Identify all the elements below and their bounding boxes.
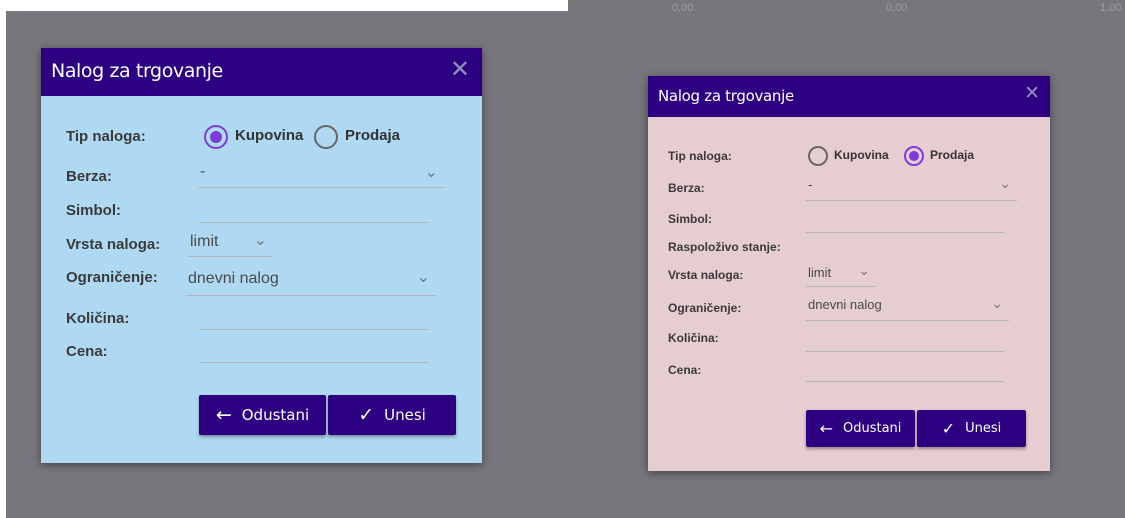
restriction-label: Ograničenje: xyxy=(66,269,158,286)
check-icon: ✓ xyxy=(358,404,375,426)
chevron-down-icon: ⌄ xyxy=(999,175,1011,191)
dialog-titlebar: Nalog za trgovanje ✕ xyxy=(648,76,1050,117)
restriction-label: Ograničenje: xyxy=(668,301,742,315)
restriction-value: dnevni nalog xyxy=(188,270,279,287)
exchange-select[interactable]: - ⌄ xyxy=(806,174,1017,201)
check-icon: ✓ xyxy=(941,419,956,438)
radio-prodaja-label[interactable]: Prodaja xyxy=(930,148,974,162)
symbol-label: Simbol: xyxy=(668,212,712,226)
close-icon[interactable]: ✕ xyxy=(1024,84,1040,103)
available-balance-label: Raspoloživo stanje: xyxy=(668,240,781,254)
symbol-input[interactable] xyxy=(200,198,429,223)
submit-button[interactable]: ✓ Unesi xyxy=(917,410,1026,447)
cancel-button-label: Odustani xyxy=(241,406,310,424)
submit-button-label: Unesi xyxy=(384,406,426,424)
chevron-down-icon: ⌄ xyxy=(858,262,870,278)
exchange-label: Berza: xyxy=(668,181,705,195)
restriction-select[interactable]: dnevni nalog ⌄ xyxy=(186,263,436,296)
chevron-down-icon: ⌄ xyxy=(424,164,438,181)
chevron-down-icon: ⌄ xyxy=(991,295,1003,311)
dialog-titlebar: Nalog za trgovanje ✕ xyxy=(41,48,482,96)
trade-order-dialog-buy: Nalog za trgovanje ✕ Tip naloga: Kupovin… xyxy=(41,48,482,463)
order-kind-value: limit xyxy=(808,265,832,280)
cancel-button[interactable]: ← Odustani xyxy=(199,395,326,435)
dialog-title: Nalog za trgovanje xyxy=(51,60,223,82)
price-input[interactable] xyxy=(806,358,1004,382)
order-type-label: Tip naloga: xyxy=(66,128,146,145)
submit-button[interactable]: ✓ Unesi xyxy=(328,395,456,435)
radio-kupovina-label[interactable]: Kupovina xyxy=(834,148,889,162)
restriction-value: dnevni nalog xyxy=(808,297,882,312)
arrow-left-icon: ← xyxy=(819,419,833,438)
background-value: 0,00 xyxy=(672,2,694,14)
restriction-select[interactable]: dnevni nalog ⌄ xyxy=(806,294,1009,321)
background-value: 0,00 xyxy=(886,2,908,14)
order-kind-label: Vrsta naloga: xyxy=(66,236,161,253)
radio-prodaja[interactable] xyxy=(904,146,924,166)
radio-prodaja[interactable] xyxy=(314,125,338,149)
order-type-label: Tip naloga: xyxy=(668,149,732,163)
chevron-down-icon: ⌄ xyxy=(416,269,430,286)
symbol-input[interactable] xyxy=(806,208,1004,233)
symbol-label: Simbol: xyxy=(66,202,121,219)
arrow-left-icon: ← xyxy=(215,404,232,426)
cancel-button[interactable]: ← Odustani xyxy=(806,410,915,447)
price-input[interactable] xyxy=(200,338,429,363)
order-kind-select[interactable]: limit ⌄ xyxy=(806,262,876,287)
exchange-label: Berza: xyxy=(66,168,112,185)
order-kind-value: limit xyxy=(190,233,219,250)
quantity-label: Količina: xyxy=(66,310,130,327)
submit-button-label: Unesi xyxy=(965,421,1002,436)
trade-order-dialog-sell: Nalog za trgovanje ✕ Tip naloga: Kupovin… xyxy=(648,76,1050,471)
radio-kupovina[interactable] xyxy=(204,125,228,149)
order-kind-select[interactable]: limit ⌄ xyxy=(188,230,273,257)
quantity-input[interactable] xyxy=(200,304,429,330)
quantity-input[interactable] xyxy=(806,328,1004,352)
exchange-value: - xyxy=(808,177,813,192)
radio-kupovina[interactable] xyxy=(808,146,828,166)
radio-prodaja-label[interactable]: Prodaja xyxy=(345,127,400,144)
close-icon[interactable]: ✕ xyxy=(450,58,470,82)
radio-kupovina-label[interactable]: Kupovina xyxy=(235,127,303,144)
order-kind-label: Vrsta naloga: xyxy=(668,268,744,282)
exchange-select[interactable]: - ⌄ xyxy=(198,160,444,188)
dialog-title: Nalog za trgovanje xyxy=(658,87,794,105)
exchange-value: - xyxy=(200,163,206,180)
cancel-button-label: Odustani xyxy=(842,421,902,436)
quantity-label: Količina: xyxy=(668,331,719,345)
price-label: Cena: xyxy=(66,343,108,360)
price-label: Cena: xyxy=(668,363,702,377)
background-value: 1.00 xyxy=(1100,2,1122,14)
chevron-down-icon: ⌄ xyxy=(253,232,267,249)
